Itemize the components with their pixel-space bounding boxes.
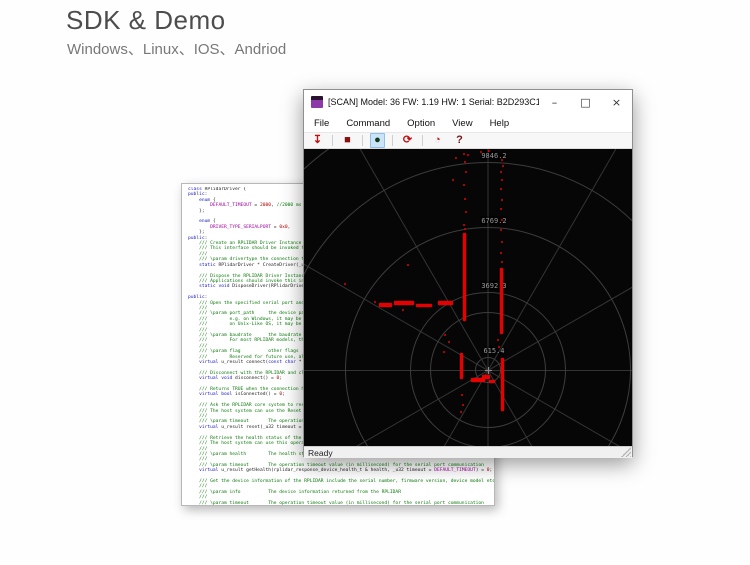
scan-point: [497, 339, 499, 341]
scan-point: [501, 179, 503, 181]
scan-point: [448, 341, 450, 343]
toolbar-connect-button[interactable]: ↧: [310, 133, 325, 148]
scan-point: [501, 261, 503, 263]
scan-point: [465, 171, 467, 173]
page: SDK & Demo Windows、Linux、IOS、Andriod cla…: [0, 0, 750, 565]
scan-wall-points: [501, 358, 504, 411]
toolbar-help-button[interactable]: ?: [452, 133, 467, 148]
toolbar-timer-button[interactable]: ◔: [430, 133, 445, 148]
scan-point: [500, 171, 502, 173]
scan-wall-points: [460, 353, 463, 379]
restart-icon: ⟳: [402, 134, 413, 146]
scan-point: [460, 411, 462, 413]
timer-icon: ◔: [434, 134, 441, 146]
scan-point: [500, 188, 502, 190]
scan-point: [500, 252, 502, 254]
scan-point: [467, 154, 469, 156]
toolbar-separator: [392, 135, 393, 146]
scan-point: [402, 309, 404, 311]
menu-item-file[interactable]: File: [314, 118, 329, 129]
scan-point: [463, 184, 465, 186]
scan-point: [462, 404, 464, 406]
scan-point: [464, 198, 466, 200]
toolbar-separator: [332, 135, 333, 146]
scan-point: [502, 165, 504, 167]
scan-icon: ●: [374, 134, 381, 146]
toolbar: ↧ ■ ● ⟳ ◔?: [304, 132, 632, 149]
resize-grip-icon[interactable]: [621, 447, 631, 457]
scan-point: [465, 211, 467, 213]
scan-point: [444, 334, 446, 336]
menu-item-command[interactable]: Command: [346, 118, 390, 129]
maximize-button[interactable]: □: [570, 90, 601, 114]
page-title: SDK & Demo: [66, 5, 226, 35]
scan-wall-points: [438, 301, 453, 305]
help-icon: ?: [456, 134, 463, 146]
toolbar-separator: [422, 135, 423, 146]
menu-item-option[interactable]: Option: [407, 118, 435, 129]
toolbar-stop-button[interactable]: ■: [340, 133, 355, 148]
scan-point: [501, 199, 503, 201]
lidar-center-icon: [485, 367, 492, 374]
scan-point: [464, 161, 466, 163]
scan-point: [501, 241, 503, 243]
menu-item-view[interactable]: View: [452, 118, 472, 129]
toolbar-scan-button[interactable]: ●: [370, 133, 385, 148]
scan-point: [374, 301, 376, 303]
scan-point: [488, 150, 490, 152]
scan-point: [500, 208, 502, 210]
minimize-button[interactable]: –: [539, 90, 570, 114]
statusbar: Ready: [304, 446, 632, 458]
scan-wall-points: [394, 301, 414, 305]
scan-wall-points: [482, 375, 490, 379]
scan-point: [461, 394, 463, 396]
toolbar-separator: [362, 135, 363, 146]
menu-item-help[interactable]: Help: [490, 118, 510, 129]
scan-point: [463, 224, 465, 226]
status-text: Ready: [308, 447, 333, 458]
scan-wall-points: [416, 304, 432, 307]
code-line: /// \param timeout The operation timeout…: [188, 500, 484, 505]
code-line: virtual u_result getHealth(rplidar_respo…: [199, 468, 493, 474]
scan-window-title: [SCAN] Model: 36 FW: 1.19 HW: 1 Serial: …: [328, 97, 539, 107]
toolbar-restart-button[interactable]: ⟳: [400, 133, 415, 148]
scan-point: [463, 153, 465, 155]
scan-point: [464, 228, 466, 230]
menubar: File Command Option View Help: [304, 114, 632, 132]
app-icon: [311, 96, 323, 108]
page-subtitle: Windows、Linux、IOS、Andriod: [67, 41, 287, 58]
scan-view[interactable]: 615.4 3692.3 6769.2 9846.2: [304, 149, 632, 446]
connect-icon: ↧: [312, 134, 323, 146]
scan-point: [407, 264, 409, 266]
scan-point: [480, 151, 482, 153]
scan-point: [500, 229, 502, 231]
scan-wall-points: [500, 268, 503, 334]
scan-point: [344, 283, 346, 285]
scan-point: [455, 157, 457, 159]
range-ring: [304, 149, 632, 446]
scan-point: [501, 219, 503, 221]
scan-point: [443, 351, 445, 353]
close-button[interactable]: ×: [601, 90, 632, 114]
stop-icon: ■: [344, 134, 351, 146]
scan-point: [501, 159, 503, 161]
scan-window: [SCAN] Model: 36 FW: 1.19 HW: 1 Serial: …: [303, 89, 633, 458]
scan-point: [498, 346, 500, 348]
scan-point: [452, 179, 454, 181]
scan-window-titlebar[interactable]: [SCAN] Model: 36 FW: 1.19 HW: 1 Serial: …: [304, 90, 632, 114]
scan-wall-points: [463, 233, 466, 321]
scan-wall-points: [379, 303, 392, 307]
scan-wall-points: [489, 380, 495, 383]
code-line: /// Get the device information of the RP…: [188, 478, 494, 484]
